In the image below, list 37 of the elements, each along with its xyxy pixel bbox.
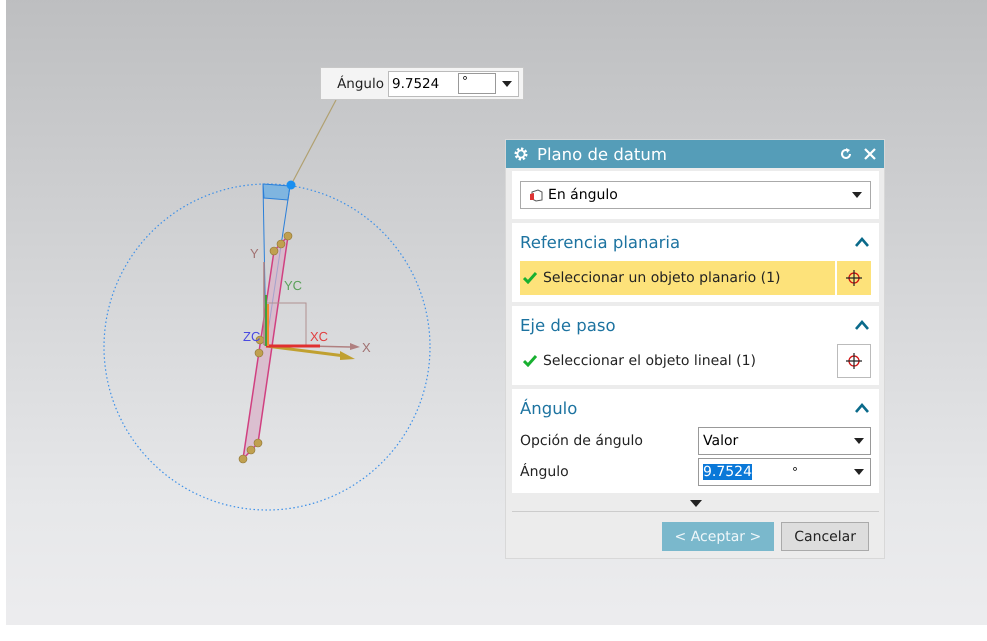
axis-label: YC	[284, 278, 302, 293]
field-label: Opción de ángulo	[520, 433, 644, 449]
selection-step[interactable]: Seleccionar un objeto planario (1)	[520, 261, 835, 295]
type-dropdown[interactable]: En ángulo	[520, 181, 871, 209]
caret-icon[interactable]	[502, 80, 512, 86]
caret-icon	[854, 438, 864, 444]
angle-label: Ángulo	[337, 76, 384, 92]
close-icon[interactable]	[864, 148, 876, 160]
axis-label: ZC	[243, 329, 260, 344]
field-label: Ángulo	[520, 464, 570, 480]
axis-label: Y	[250, 246, 259, 261]
select-object-button[interactable]	[837, 261, 871, 295]
collapse-icon[interactable]	[855, 320, 869, 330]
plane-icon	[529, 188, 543, 202]
section-title[interactable]: Ángulo	[520, 398, 578, 418]
collapse-icon[interactable]	[855, 403, 869, 413]
expand-more-icon[interactable]	[690, 500, 702, 506]
dialog-title: Plano de datum	[537, 144, 668, 164]
settings-icon[interactable]	[514, 147, 528, 161]
dropdown-field[interactable]: Valor	[698, 427, 871, 455]
unit-field[interactable]: °	[458, 73, 496, 94]
collapse-icon[interactable]	[855, 237, 869, 247]
angle-input[interactable]: 9.7524 °	[388, 70, 519, 96]
axis-label: X	[362, 340, 371, 355]
crosshair-icon	[845, 352, 863, 370]
caret-icon	[852, 192, 862, 198]
reset-icon[interactable]	[839, 147, 853, 161]
crosshair-icon	[845, 269, 863, 287]
section-title[interactable]: Referencia planaria	[520, 232, 680, 252]
cancel-button[interactable]: Cancelar	[781, 522, 869, 551]
drag-handle-icon[interactable]	[286, 180, 296, 190]
selection-step[interactable]: Seleccionar el objeto lineal (1)	[520, 344, 835, 378]
section-title[interactable]: Eje de paso	[520, 316, 616, 334]
select-object-button[interactable]	[837, 344, 871, 378]
caret-icon	[854, 469, 864, 475]
axis-label: XC	[310, 329, 328, 344]
dropdown-field[interactable]: 9.7524 °	[698, 458, 871, 486]
